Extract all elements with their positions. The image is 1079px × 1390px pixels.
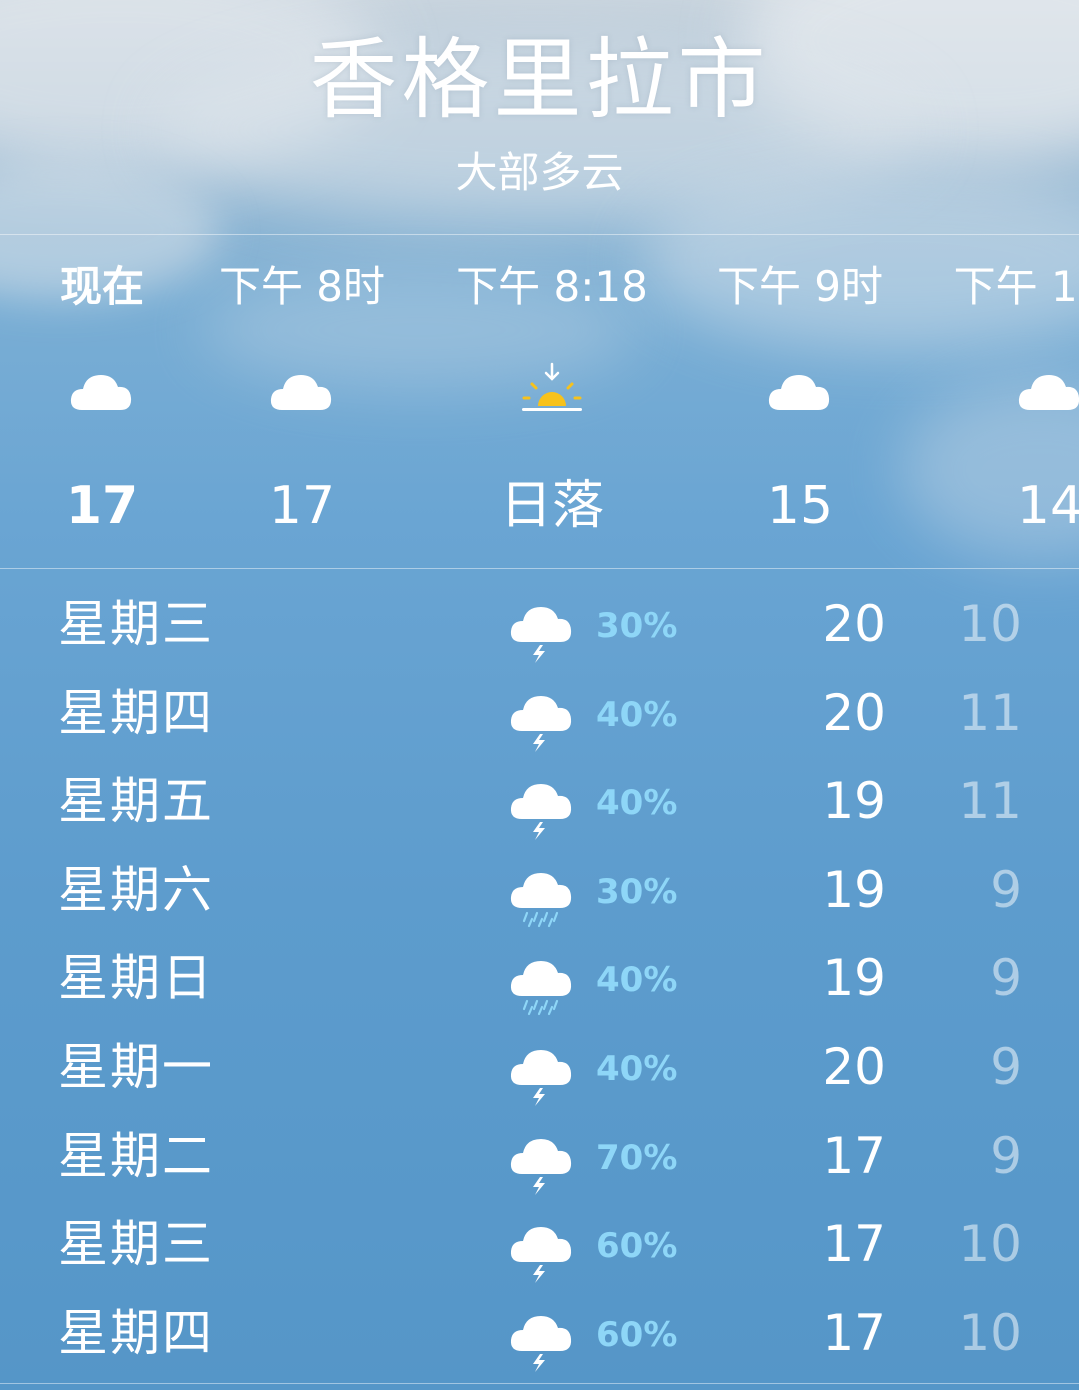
- day-name: 星期日: [58, 949, 214, 1008]
- hour-time: 下午 10时: [953, 262, 1079, 311]
- low-temperature: 10: [958, 595, 1022, 653]
- thunderstorm-icon: [508, 1130, 572, 1196]
- low-temperature: 9: [990, 949, 1022, 1008]
- low-temperature: 10: [958, 1215, 1022, 1274]
- rain-icon: [508, 864, 572, 930]
- daily-row: 星期二 70% 17 9: [0, 1112, 1079, 1200]
- rain-icon: [508, 952, 572, 1018]
- hour-temperature: 日落: [499, 476, 604, 536]
- precipitation-chance: 40%: [596, 1049, 678, 1089]
- cloud-icon: [766, 362, 834, 422]
- divider-middle: [0, 568, 1079, 569]
- day-name: 星期四: [58, 683, 214, 742]
- daily-row: 星期五 40% 19 11: [0, 757, 1079, 845]
- cloud-icon: [1016, 362, 1079, 422]
- daily-row: 星期六 30% 19 9: [0, 846, 1079, 934]
- thunderstorm-icon: [508, 1307, 572, 1373]
- day-name: 星期一: [58, 1038, 214, 1096]
- low-temperature: 9: [990, 1126, 1022, 1185]
- thunderstorm-icon: [508, 1041, 572, 1107]
- precipitation-chance: 30%: [596, 871, 678, 912]
- thunderstorm-icon: [508, 1218, 572, 1284]
- thunderstorm-icon: [508, 775, 572, 841]
- hour-time: 下午 8时: [218, 262, 386, 311]
- high-temperature: 19: [822, 772, 886, 831]
- high-temperature: 19: [822, 949, 886, 1008]
- high-temperature: 20: [822, 595, 886, 653]
- precipitation-chance: 40%: [596, 783, 678, 824]
- high-temperature: 17: [822, 1303, 886, 1362]
- precipitation-chance: 40%: [596, 694, 678, 735]
- low-temperature: 11: [958, 683, 1022, 742]
- thunderstorm-icon: [508, 598, 572, 664]
- high-temperature: 20: [822, 1038, 886, 1096]
- low-temperature: 11: [958, 772, 1022, 831]
- daily-row: 星期日 40% 19 9: [0, 934, 1079, 1022]
- hour-temperature: 14: [1016, 476, 1079, 536]
- divider-top: [0, 234, 1079, 235]
- sunset-icon: [518, 362, 586, 422]
- daily-row: 星期一 40% 20 9: [0, 1023, 1079, 1111]
- precipitation-chance: 30%: [596, 606, 678, 646]
- daily-row: 星期四 40% 20 11: [0, 669, 1079, 757]
- divider-bottom: [0, 1383, 1079, 1384]
- current-condition: 大部多云: [455, 148, 624, 197]
- city-name: 香格里拉市: [309, 28, 770, 131]
- low-temperature: 10: [958, 1303, 1022, 1362]
- cloud-icon: [268, 362, 336, 422]
- low-temperature: 9: [990, 860, 1022, 919]
- day-name: 星期二: [58, 1126, 214, 1185]
- day-name: 星期三: [58, 1215, 214, 1274]
- hour-temperature: 15: [766, 476, 834, 536]
- day-name: 星期五: [58, 772, 214, 831]
- daily-row: 星期三 60% 17 10: [0, 1200, 1079, 1288]
- precipitation-chance: 70%: [596, 1137, 678, 1178]
- high-temperature: 17: [822, 1126, 886, 1185]
- hour-time: 下午 9时: [716, 262, 884, 311]
- daily-row: 星期四 60% 17 10: [0, 1289, 1079, 1377]
- thunderstorm-icon: [508, 687, 572, 753]
- precipitation-chance: 60%: [596, 1226, 678, 1267]
- high-temperature: 19: [822, 860, 886, 919]
- day-name: 星期四: [58, 1303, 214, 1362]
- precipitation-chance: 40%: [596, 960, 678, 1001]
- precipitation-chance: 60%: [596, 1314, 678, 1355]
- cloud-icon: [68, 362, 136, 422]
- high-temperature: 20: [822, 683, 886, 742]
- hour-time: 下午 8:18: [456, 262, 648, 311]
- day-name: 星期三: [58, 595, 214, 653]
- low-temperature: 9: [990, 1038, 1022, 1096]
- location-header: 香格里拉市 大部多云: [0, 30, 1079, 198]
- daily-row: 星期三 30% 20 10: [0, 580, 1079, 668]
- high-temperature: 17: [822, 1215, 886, 1274]
- hour-temperature: 17: [268, 476, 336, 536]
- day-name: 星期六: [58, 860, 214, 919]
- hourly-forecast-scroller[interactable]: 现在17下午 8时17下午 8:18日落下午 9时15下午 10时14: [0, 236, 1079, 566]
